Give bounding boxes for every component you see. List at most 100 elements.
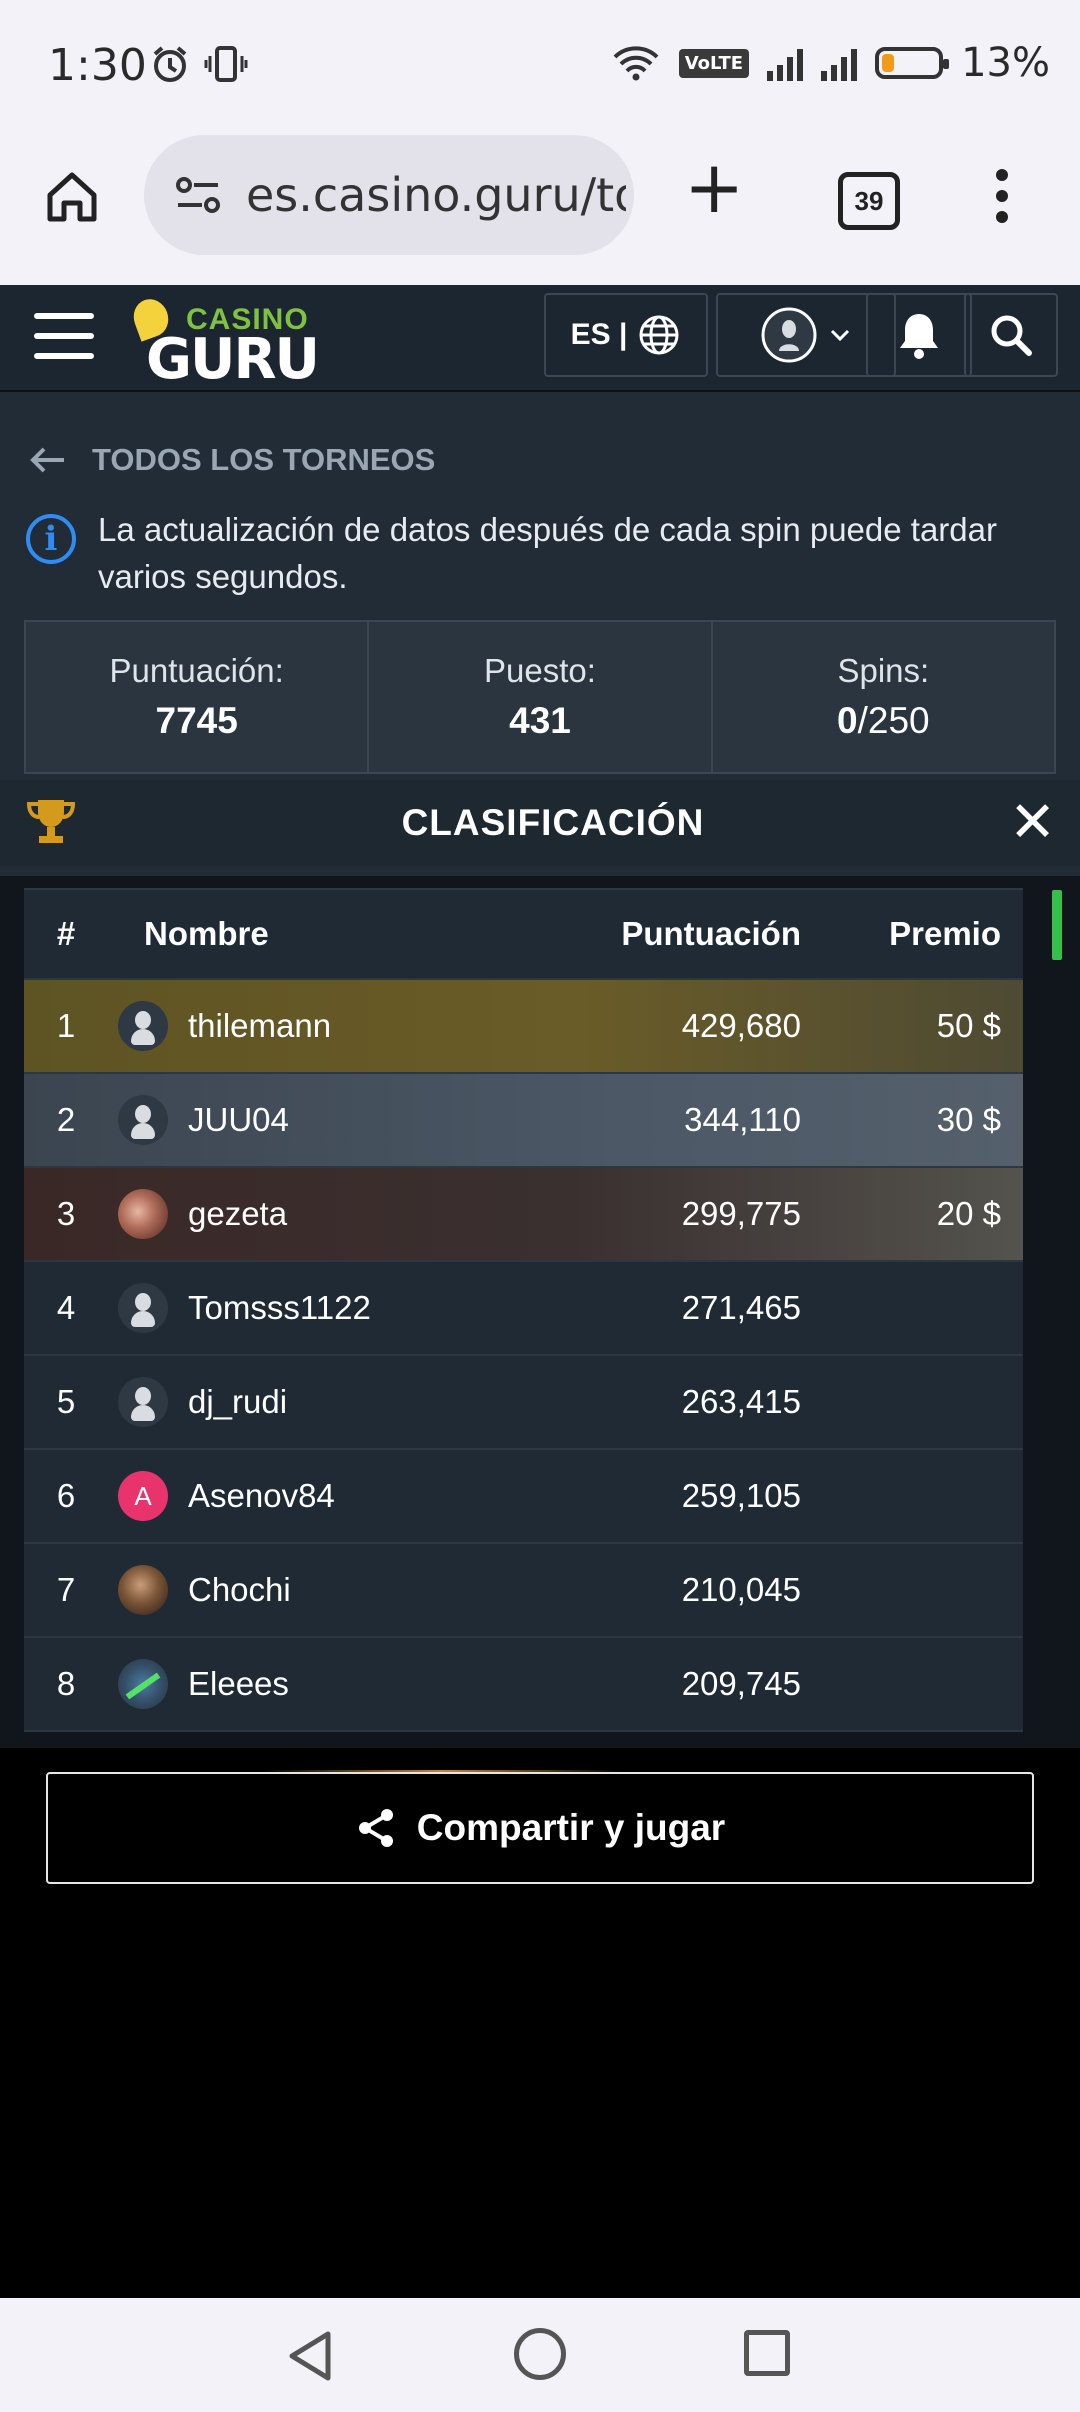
back-to-tournaments-link[interactable]: TODOS LOS TORNEOS: [28, 442, 435, 478]
row-rank: 8: [56, 1665, 76, 1702]
row-player: A Asenov84: [108, 1471, 581, 1521]
signal-1-icon: [767, 45, 804, 81]
default-avatar-icon: [118, 1001, 168, 1051]
row-rank: 1: [56, 1007, 76, 1044]
stat-score: Puntuación: 7745: [26, 622, 370, 772]
row-name: Asenov84: [188, 1477, 335, 1514]
row-score: 299,775: [681, 1195, 801, 1232]
row-rank: 6: [56, 1477, 76, 1514]
nav-recents-icon[interactable]: [744, 2330, 790, 2376]
casino-guru-logo[interactable]: CASINO GURU: [128, 294, 320, 392]
browser-menu-button[interactable]: [996, 169, 1008, 223]
home-icon[interactable]: [42, 167, 102, 227]
logo-guru-text: GURU: [146, 327, 320, 392]
row-name: gezeta: [188, 1195, 288, 1232]
vibrate-icon: [204, 46, 248, 82]
status-time: 1:30: [48, 40, 147, 91]
site-settings-icon[interactable]: [174, 175, 222, 215]
leaderboard-table-wrap: # Nombre Puntuación Premio 1 thilemann 4…: [0, 876, 1080, 1748]
share-icon: [358, 1809, 393, 1847]
info-icon: i: [26, 514, 76, 564]
stat-score-label: Puntuación:: [109, 652, 284, 689]
table-row[interactable]: 1 thilemann 429,680 50 $: [24, 980, 1023, 1074]
row-score: 429,680: [681, 1007, 801, 1044]
scroll-indicator[interactable]: [1052, 890, 1062, 960]
wifi-icon: [613, 46, 659, 81]
globe-icon: [639, 315, 679, 355]
row-prize: 20 $: [936, 1195, 1001, 1232]
tab-switcher-button[interactable]: 39: [838, 172, 900, 230]
notifications-button[interactable]: [866, 293, 972, 377]
table-row[interactable]: 4 Tomsss1122 271,465: [24, 1262, 1023, 1356]
url-bar[interactable]: es.casino.guru/to: [144, 135, 634, 255]
table-header: # Nombre Puntuación Premio: [24, 888, 1023, 980]
language-label: ES |: [570, 318, 628, 351]
stat-spins-value: 0/250: [713, 700, 1054, 742]
row-player: Chochi: [108, 1565, 581, 1615]
back-link-label: TODOS LOS TORNEOS: [92, 442, 436, 477]
table-row[interactable]: 3 gezeta 299,775 20 $: [24, 1168, 1023, 1262]
row-name: Tomsss1122: [188, 1289, 371, 1326]
default-avatar-icon: [118, 1377, 168, 1427]
nav-back-icon[interactable]: [284, 2328, 334, 2384]
row-player: thilemann: [108, 1001, 581, 1051]
user-photo-avatar: [118, 1189, 168, 1239]
close-leaderboard-icon[interactable]: ✕: [1009, 790, 1056, 855]
row-score: 259,105: [681, 1477, 801, 1514]
status-bar: 1:30 VoLTE 13%: [0, 0, 1080, 135]
arrow-left-icon: [30, 447, 64, 473]
site-header: CASINO GURU ES |: [0, 285, 1080, 392]
table-row[interactable]: 8 Eleees 209,745: [24, 1638, 1023, 1732]
bell-icon: [900, 314, 938, 359]
search-button[interactable]: [964, 293, 1058, 377]
stat-rank: Puesto: 431: [369, 622, 713, 772]
default-avatar-icon: [118, 1283, 168, 1333]
status-icons-left: [150, 44, 248, 84]
row-prize: 30 $: [936, 1101, 1001, 1138]
row-prize: 50 $: [936, 1007, 1001, 1044]
chevron-down-icon: [830, 329, 850, 342]
hamburger-menu-icon[interactable]: [34, 313, 94, 359]
signal-2-icon: [821, 45, 858, 81]
nav-home-icon[interactable]: [514, 2328, 566, 2380]
share-and-play-button[interactable]: Compartir y jugar: [46, 1772, 1034, 1884]
row-name: JUU04: [188, 1101, 289, 1138]
spins-used: 0: [837, 700, 858, 741]
battery-percent: 13%: [961, 40, 1050, 86]
row-rank: 4: [56, 1289, 76, 1326]
stat-spins: Spins: 0/250: [713, 622, 1054, 772]
row-player: dj_rudi: [108, 1377, 581, 1427]
info-notice: i La actualización de datos después de c…: [26, 506, 1056, 600]
row-score: 344,110: [684, 1101, 801, 1138]
volte-badge: VoLTE: [678, 48, 750, 78]
row-rank: 3: [56, 1195, 76, 1232]
tournament-content: TODOS LOS TORNEOS i La actualización de …: [0, 392, 1080, 1748]
status-right: VoLTE 13%: [611, 40, 1050, 86]
row-score: 271,465: [681, 1289, 801, 1326]
spins-total: /250: [857, 700, 930, 741]
default-avatar-icon: [118, 1095, 168, 1145]
table-row[interactable]: 2 JUU04 344,110 30 $: [24, 1074, 1023, 1168]
table-row[interactable]: 5 dj_rudi 263,415: [24, 1356, 1023, 1450]
row-player: JUU04: [108, 1095, 581, 1145]
url-text[interactable]: es.casino.guru/to: [246, 168, 626, 222]
row-name: Eleees: [188, 1665, 289, 1702]
row-score: 210,045: [681, 1571, 801, 1608]
user-photo-avatar: [118, 1659, 168, 1709]
col-score-header: Puntuación: [621, 915, 801, 952]
row-name: Chochi: [188, 1571, 291, 1608]
row-rank: 5: [56, 1383, 76, 1420]
language-selector[interactable]: ES |: [544, 293, 708, 377]
table-row[interactable]: 6 A Asenov84 259,105: [24, 1450, 1023, 1544]
row-name: dj_rudi: [188, 1383, 288, 1420]
battery-icon: [875, 47, 950, 79]
browser-toolbar: es.casino.guru/to + 39: [0, 135, 1080, 285]
row-player: Tomsss1122: [108, 1283, 581, 1333]
user-avatar-icon: [761, 307, 817, 363]
new-tab-button[interactable]: +: [684, 151, 744, 223]
info-text: La actualización de datos después de cad…: [98, 511, 997, 595]
stat-score-value: 7745: [155, 700, 238, 741]
table-row[interactable]: 7 Chochi 210,045: [24, 1544, 1023, 1638]
leaderboard-title: CLASIFICACIÓN: [401, 802, 705, 843]
alarm-icon: [153, 46, 187, 82]
